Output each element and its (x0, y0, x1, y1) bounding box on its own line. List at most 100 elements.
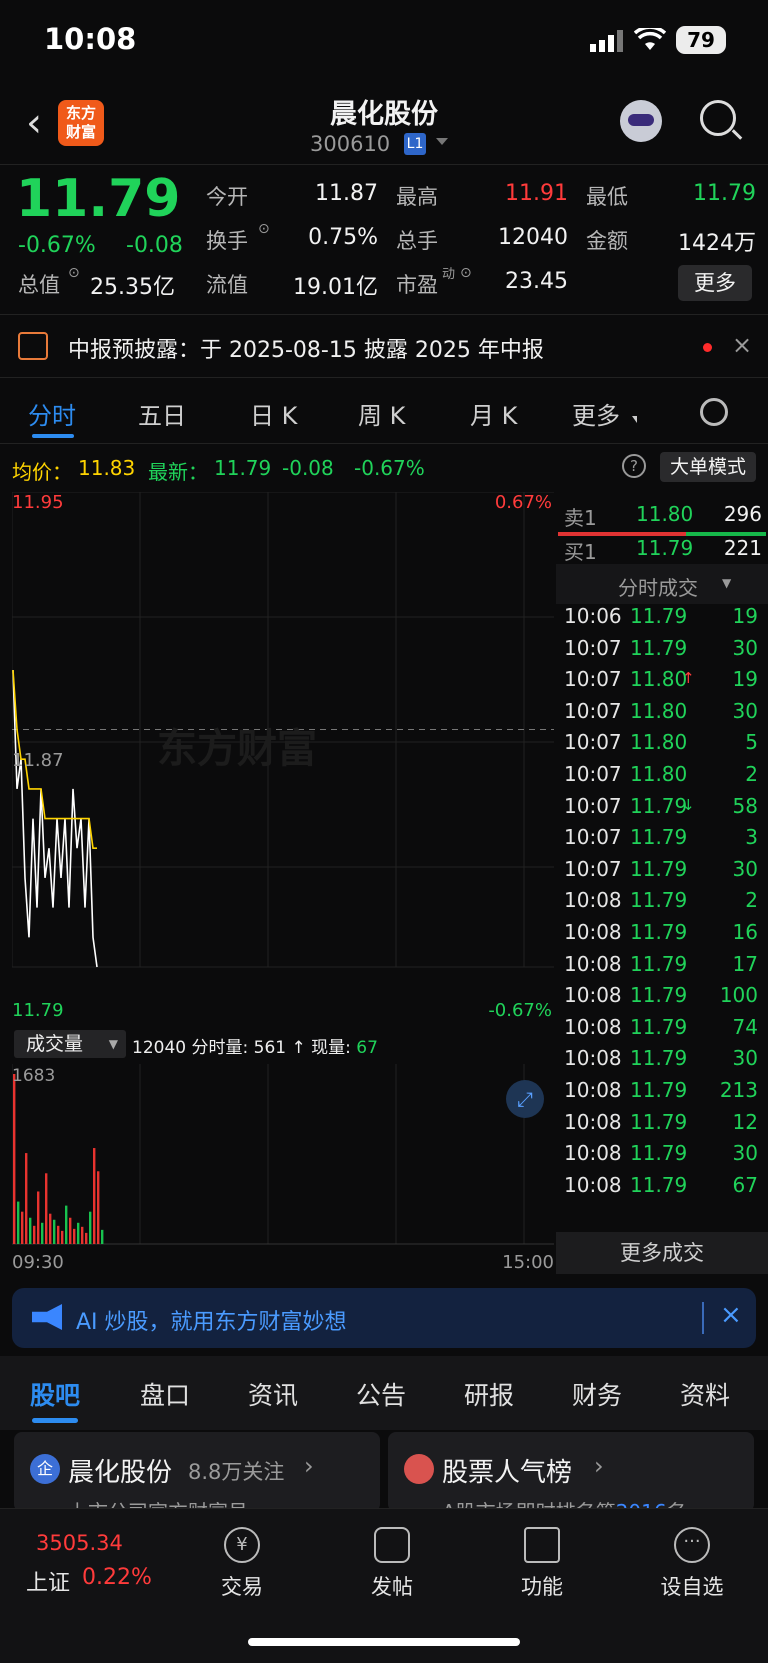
more-dots-icon[interactable]: ··· (674, 1527, 710, 1563)
content-tabs: 股吧 盘口 资讯 公告 研报 财务 资料 (0, 1356, 768, 1430)
volume-bar (81, 1226, 84, 1244)
trade-volume: 19 (732, 604, 758, 628)
volume-bar (17, 1201, 20, 1244)
info-icon[interactable]: ⊙ (258, 221, 270, 237)
tab-functions[interactable]: 功能 (492, 1571, 592, 1601)
ai-banner[interactable]: AI 炒股，就用东方财富妙想 × (12, 1288, 756, 1348)
trade-price: 11.79 (630, 856, 688, 881)
low-label: 最低 (586, 185, 628, 209)
status-time: 10:08 (44, 22, 137, 56)
tab-profile[interactable]: 资料 (680, 1376, 730, 1412)
chevron-down-icon: ▼ (722, 576, 732, 590)
close-icon[interactable]: × (720, 1300, 742, 1330)
volume-bar (73, 1228, 76, 1244)
dropdown-caret-icon[interactable] (436, 138, 448, 145)
trade-time: 10:08 (564, 1141, 622, 1166)
volume-summary: 12040 分时量: 561 ↑ 现量: 67 (132, 1033, 378, 1058)
info-icon[interactable]: ⊙ (68, 265, 80, 281)
arrow-down-icon: ↓ (682, 795, 695, 814)
speaker-icon (18, 332, 48, 360)
trade-volume: 30 (732, 698, 758, 723)
volume-bar (45, 1173, 48, 1244)
tab-more[interactable]: 更多 (572, 396, 620, 431)
info-icon[interactable]: ⊙ (460, 265, 472, 281)
tab-week-k[interactable]: 周 K (358, 396, 405, 431)
more-trades-button[interactable]: 更多成交 (556, 1232, 768, 1274)
turnover-value: 0.75% (308, 225, 378, 250)
tab-day-k[interactable]: 日 K (250, 396, 297, 431)
volume-bar (97, 1171, 100, 1244)
company-card[interactable]: 企 晨化股份 8.8万关注 › 上市公司官方财富号 (14, 1432, 380, 1512)
popularity-card[interactable]: 股票人气榜 › A股市场即时排名第2016名 (388, 1432, 754, 1512)
index-name[interactable]: 上证 (26, 1565, 70, 1597)
help-icon[interactable]: ? (622, 454, 646, 478)
volume-indicator-select[interactable]: 成交量 ▼ (14, 1030, 126, 1058)
trade-time: 10:08 (564, 1014, 622, 1039)
trade-icon[interactable]: ¥ (224, 1527, 260, 1563)
compose-icon[interactable] (374, 1527, 410, 1563)
tab-news[interactable]: 资讯 (248, 1376, 298, 1412)
search-icon[interactable] (700, 100, 736, 136)
ai-assistant-icon[interactable] (620, 100, 662, 142)
trade-price: 11.79 (630, 1172, 688, 1197)
tab-announcements[interactable]: 公告 (356, 1376, 406, 1412)
watermark: 东方财富 (157, 726, 317, 772)
high-label: 最高 (396, 185, 438, 209)
trade-price: 11.79 (630, 604, 688, 628)
turnover-label: 换手 (206, 229, 248, 253)
more-button[interactable]: 更多 (678, 265, 752, 301)
trade-price: 11.79 (630, 1109, 688, 1134)
trade-price: 11.80 (630, 667, 688, 692)
tab-guba[interactable]: 股吧 (30, 1376, 80, 1412)
y-axis-top: 11.95 (12, 492, 64, 513)
volume-header: 成交量 ▼ 12040 分时量: 561 ↑ 现量: 67 (12, 1028, 554, 1062)
tab-five-day[interactable]: 五日 (138, 396, 186, 431)
intraday-chart[interactable]: 东方财富 11.95 11.87 11.79 0.67% -0.67% (12, 492, 554, 1024)
trade-row: 10:08 11.79 100 (556, 983, 766, 1015)
trade-time: 10:07 (564, 762, 622, 786)
volume-max: 1683 (12, 1066, 56, 1086)
index-value[interactable]: 3505.34 (36, 1531, 123, 1555)
trade-volume: 12 (732, 1109, 758, 1134)
tab-trade[interactable]: 交易 (192, 1571, 292, 1601)
level-badge: L1 (404, 133, 426, 155)
float-label: 流值 (206, 273, 248, 297)
sell1-volume: 296 (723, 502, 762, 526)
tab-research[interactable]: 研报 (464, 1376, 514, 1412)
buy1-volume: 221 (723, 536, 762, 560)
trade-volume: 100 (719, 983, 758, 1008)
trades-header[interactable]: 分时成交 ▼ (556, 564, 768, 604)
trade-time: 10:08 (564, 1078, 622, 1102)
trade-row: 10:07 11.80 ↑ 19 (556, 667, 766, 699)
trade-volume: 30 (732, 635, 758, 660)
big-order-mode-button[interactable]: 大单模式 (660, 452, 756, 482)
tab-watchlist[interactable]: 设自选 (642, 1571, 742, 1601)
status-bar: 10:08 79 (0, 0, 768, 80)
trade-row: 10:07 11.80 2 (556, 762, 766, 794)
buy1-label: 买1 (564, 540, 597, 564)
divider (702, 1302, 704, 1334)
tab-finance[interactable]: 财务 (572, 1376, 622, 1412)
trade-row: 10:08 11.79 30 (556, 1141, 766, 1173)
high-value: 11.91 (505, 181, 568, 206)
y-axis-mid: 11.87 (12, 750, 64, 771)
expand-icon[interactable]: ⤢ (506, 1080, 544, 1118)
index-percent[interactable]: 0.22% (82, 1565, 152, 1590)
trade-volume: 30 (732, 1046, 758, 1071)
tab-month-k[interactable]: 月 K (470, 396, 517, 431)
notice-bar[interactable]: 中报预披露：于 2025-08-15 披露 2025 年中报 × (0, 314, 768, 378)
trade-row: 10:08 11.79 213 (556, 1078, 766, 1110)
grid-icon[interactable] (524, 1527, 560, 1563)
stock-code[interactable]: 300610 (310, 132, 390, 156)
tab-post[interactable]: 发帖 (342, 1571, 442, 1601)
ranking-icon (404, 1454, 434, 1484)
tab-pankou[interactable]: 盘口 (140, 1376, 190, 1412)
close-icon[interactable]: × (732, 331, 752, 359)
settings-icon[interactable] (700, 398, 728, 426)
trade-time: 10:08 (564, 1172, 622, 1197)
trade-row: 10:07 11.80 30 (556, 699, 766, 731)
trade-time: 10:08 (564, 983, 622, 1008)
tab-intraday[interactable]: 分时 (28, 396, 76, 431)
trade-price: 11.80 (630, 762, 688, 786)
volume-bar (65, 1205, 68, 1244)
